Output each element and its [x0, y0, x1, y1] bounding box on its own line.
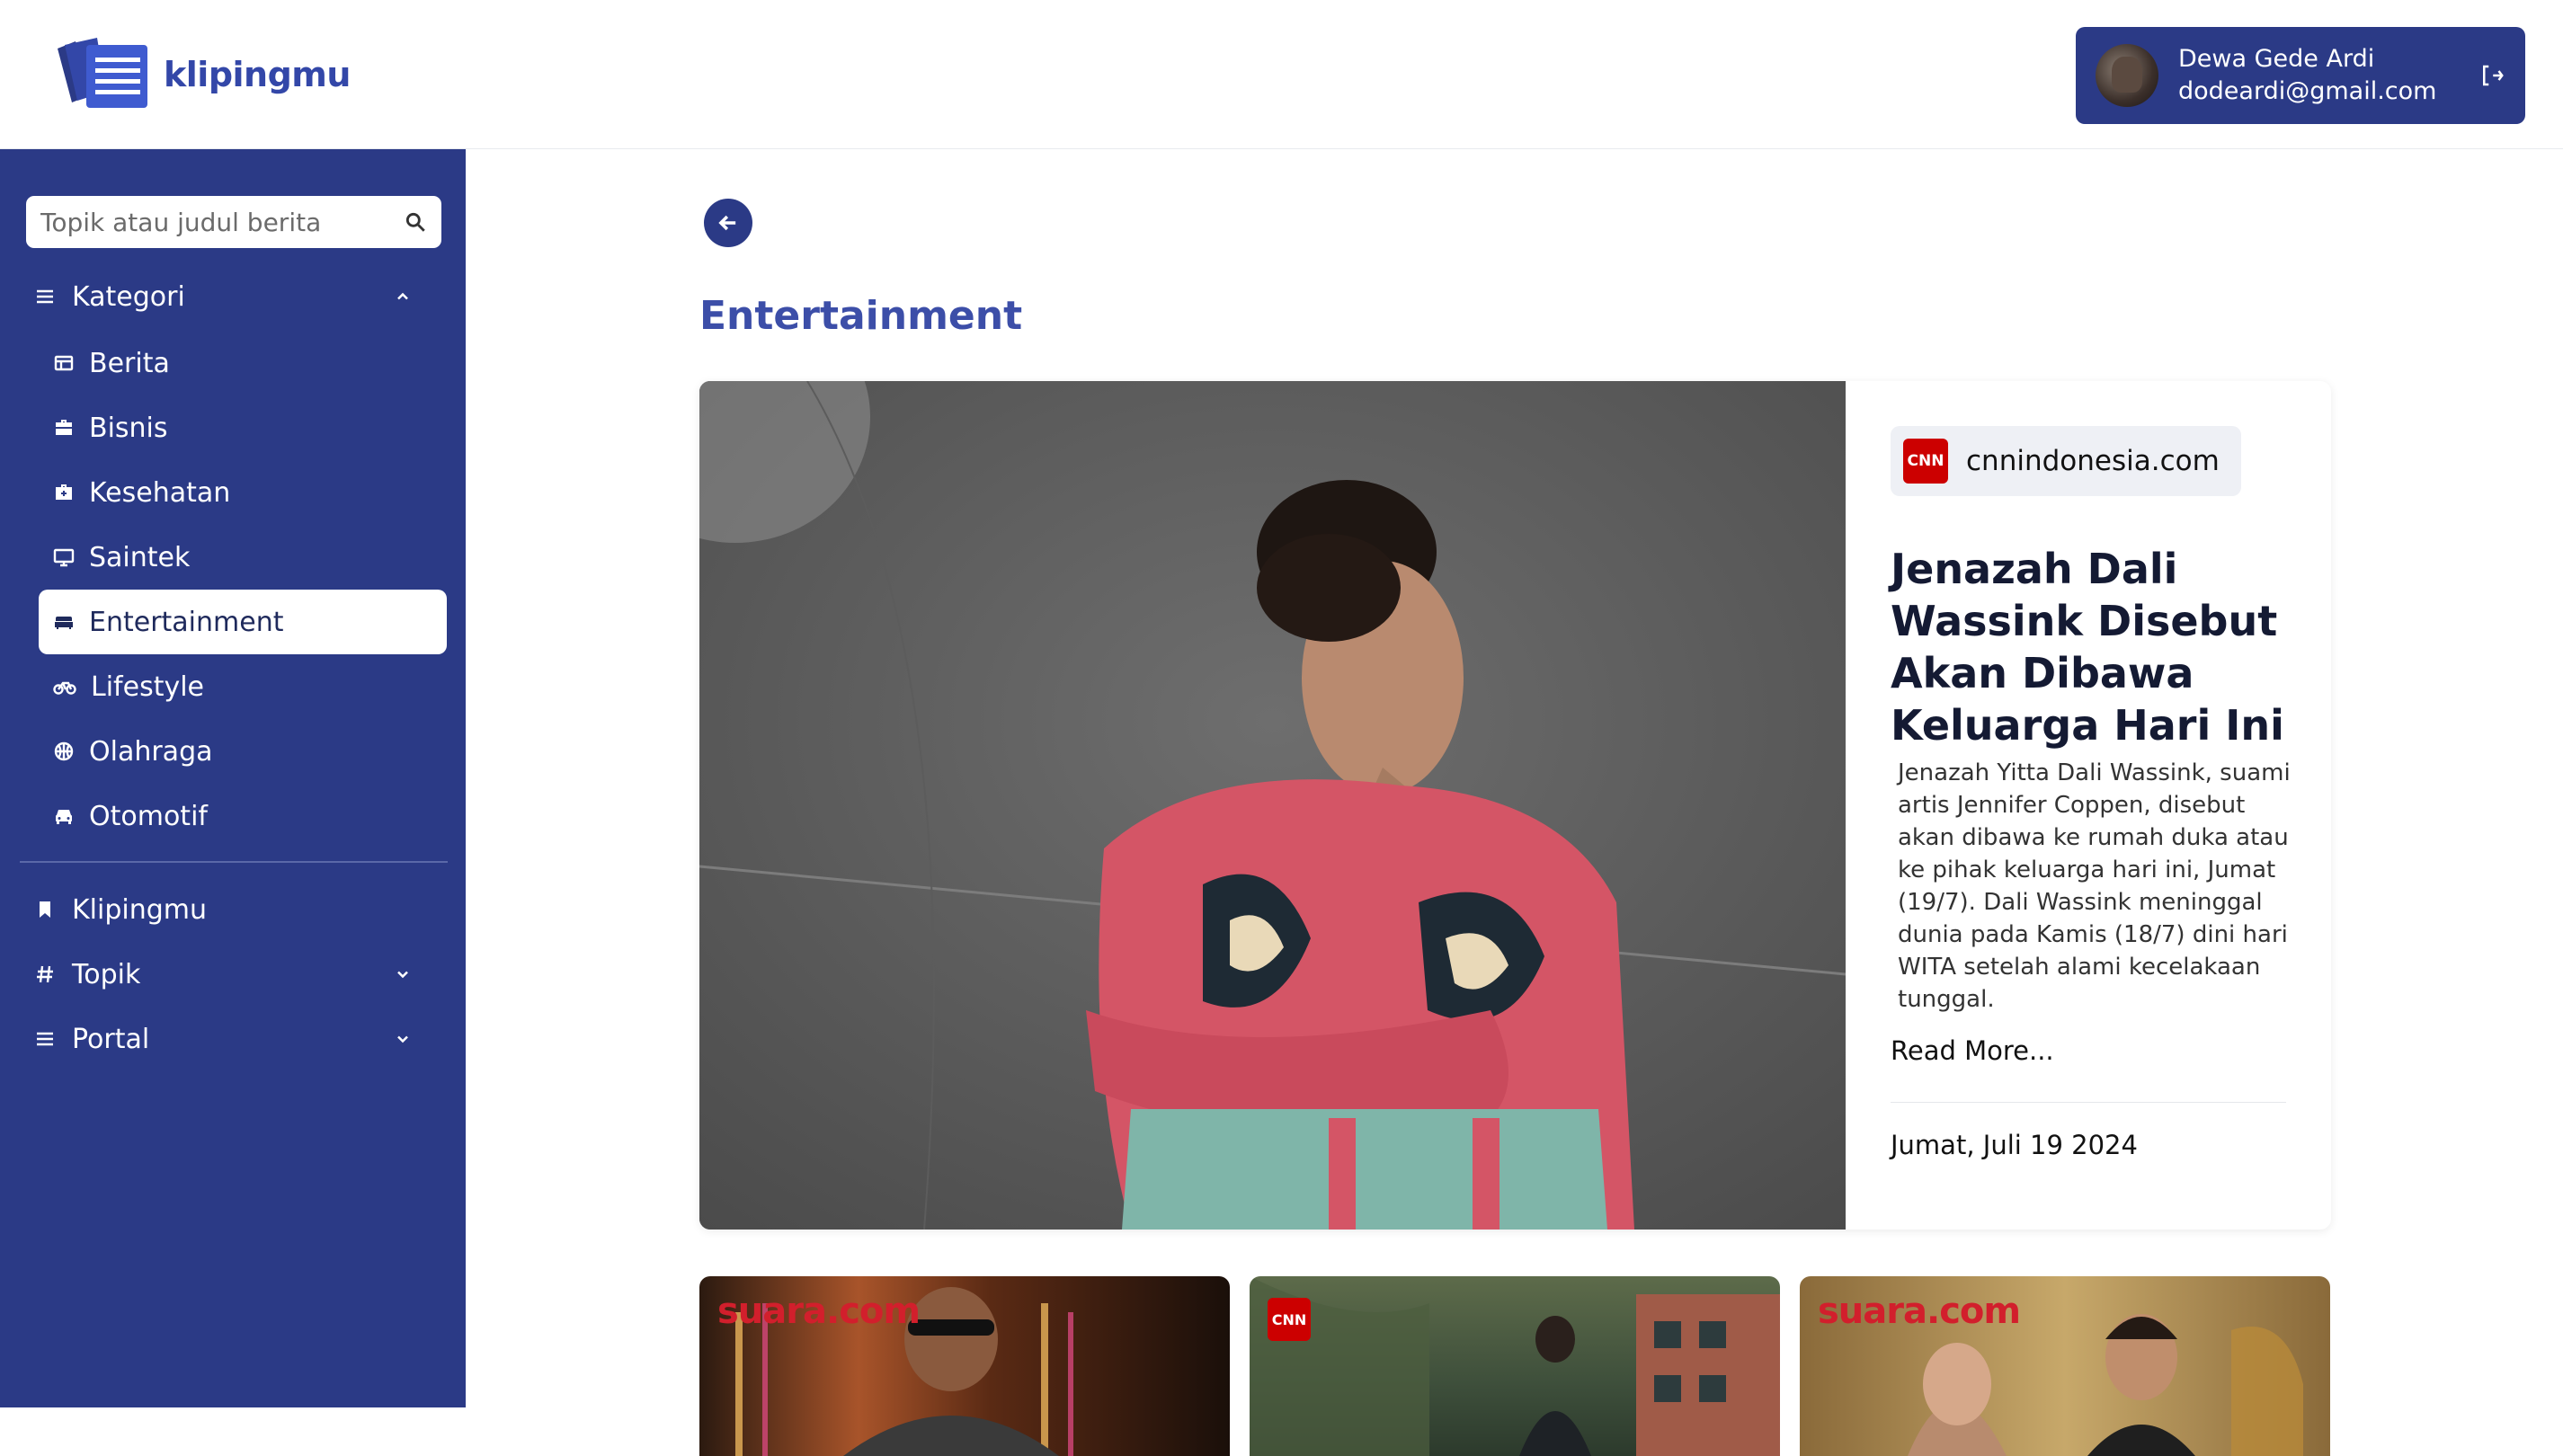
sidebar-item-lifestyle[interactable]: Lifestyle [39, 654, 447, 719]
card-source-logo: suara.com [1818, 1291, 2021, 1332]
monitor-icon [53, 548, 75, 567]
briefcase-icon [56, 420, 72, 435]
chevron-down-icon [397, 971, 408, 979]
divider [1891, 1102, 2286, 1103]
couch-icon [55, 617, 73, 629]
article-card[interactable]: CNN [1250, 1276, 1780, 1456]
chevron-up-icon [397, 292, 408, 300]
search-icon[interactable] [404, 210, 427, 234]
source-badge[interactable]: CNN cnnindonesia.com [1891, 426, 2241, 496]
sidebar-item-label: Klipingmu [72, 893, 208, 926]
sidebar-item-label: Bisnis [89, 412, 168, 444]
sidebar-divider [20, 861, 448, 863]
sidebar-item-label: Topik [72, 958, 141, 990]
article-date: Jumat, Juli 19 2024 [1891, 1130, 2138, 1160]
sidebar-item-label: Lifestyle [91, 670, 205, 703]
sidebar-item-label: Entertainment [89, 606, 284, 638]
sidebar-item-bisnis[interactable]: Bisnis [39, 395, 447, 460]
sidebar-item-label: Portal [72, 1023, 150, 1055]
sidebar-item-kesehatan[interactable]: Kesehatan [39, 460, 447, 525]
app-name: klipingmu [164, 55, 351, 94]
sidebar-item-label: Berita [89, 347, 170, 379]
cnn-logo-icon: CNN [1903, 439, 1948, 484]
user-email: dodeardi@gmail.com [2178, 77, 2437, 105]
sidebar-item-olahraga[interactable]: Olahraga [39, 719, 447, 784]
search-box[interactable] [26, 196, 441, 248]
sidebar-item-berita[interactable]: Berita [39, 331, 447, 395]
article-description: Jenazah Yitta Dali Wassink, suami artis … [1898, 759, 2291, 1013]
sidebar-item-label: Otomotif [89, 800, 208, 832]
cnn-logo-icon: CNN [1268, 1298, 1311, 1341]
sidebar-item-saintek[interactable]: Saintek [39, 525, 447, 590]
featured-article-info: CNN cnnindonesia.com Jenazah Dali Wassin… [1846, 381, 2331, 1230]
sidebar-item-label: Kesehatan [89, 476, 231, 509]
logout-icon[interactable] [2478, 62, 2505, 89]
logo-icon [58, 38, 147, 108]
bookmark-icon [40, 901, 50, 918]
sidebar-portal-toggle[interactable]: Portal [34, 1017, 448, 1061]
car-icon [56, 810, 72, 824]
sidebar-item-otomotif[interactable]: Otomotif [39, 784, 447, 848]
user-profile-card[interactable]: Dewa Gede Ardi dodeardi@gmail.com [2076, 27, 2525, 124]
featured-article-card[interactable]: CNN cnnindonesia.com Jenazah Dali Wassin… [699, 381, 2331, 1230]
sidebar-kategori-toggle[interactable]: Kategori [34, 274, 448, 319]
article-title[interactable]: Jenazah Dali Wassink Disebut Akan Dibawa… [1891, 543, 2295, 751]
card-source-logo: suara.com [717, 1291, 921, 1332]
back-button[interactable] [704, 199, 752, 247]
hashtag-icon [37, 965, 53, 983]
sidebar-item-entertainment[interactable]: Entertainment [39, 590, 447, 654]
article-card[interactable]: suara.com [1800, 1276, 2330, 1456]
sidebar-item-klipingmu[interactable]: Klipingmu [34, 887, 448, 932]
article-card[interactable]: suara.com [699, 1276, 1230, 1456]
read-more-link[interactable]: Read More... [1891, 1035, 2286, 1066]
sidebar: Kategori Berita Bisnis Kesehatan Saintek… [0, 149, 466, 1407]
featured-article-image[interactable] [699, 381, 1846, 1230]
basketball-icon [54, 741, 74, 761]
app-logo[interactable]: klipingmu [56, 36, 351, 113]
menu-icon [37, 1032, 53, 1046]
user-name: Dewa Gede Ardi [2178, 45, 2375, 73]
source-name: cnnindonesia.com [1966, 445, 2220, 477]
main-content: Entertainment CNN cnnindonesia.com Jenaz… [466, 149, 2563, 1456]
avatar [2096, 44, 2158, 107]
search-input[interactable] [40, 207, 404, 237]
article-thumbnail [1250, 1276, 1780, 1456]
sidebar-item-label: Olahraga [89, 735, 213, 768]
menu-icon [37, 289, 53, 304]
chevron-down-icon [397, 1035, 408, 1043]
article-photo [699, 381, 1846, 1230]
sidebar-kategori-label: Kategori [72, 280, 185, 313]
newspaper-icon [54, 355, 74, 371]
medkit-icon [56, 484, 72, 500]
page-title: Entertainment [699, 293, 1023, 339]
sidebar-item-label: Saintek [89, 541, 191, 573]
arrow-left-icon [718, 215, 736, 231]
top-bar: klipingmu Dewa Gede Ardi dodeardi@gmail.… [0, 0, 2563, 149]
sidebar-topik-toggle[interactable]: Topik [34, 952, 448, 997]
bicycle-icon [53, 681, 76, 695]
